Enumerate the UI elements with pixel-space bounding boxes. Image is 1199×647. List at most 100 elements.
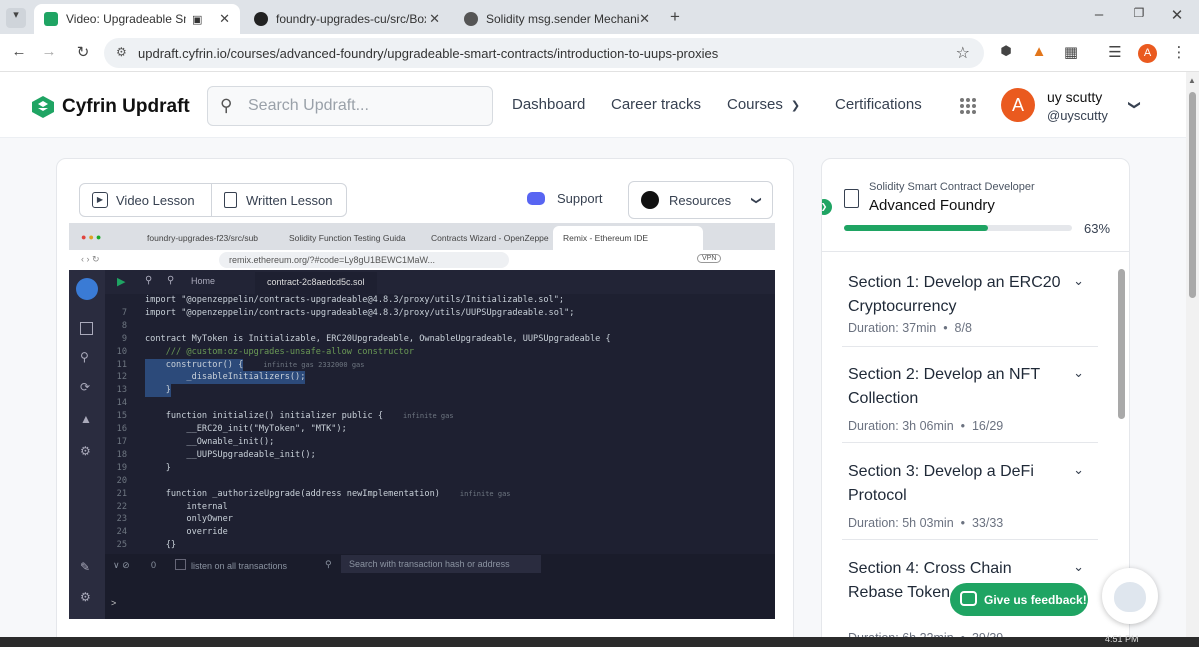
section-title: Section 2: Develop an NFT Collection — [848, 366, 1040, 407]
bear-mascot-icon[interactable] — [1102, 568, 1158, 624]
picture-in-picture-icon[interactable]: ▣ — [192, 13, 202, 26]
code-line: 18 __UUPSUpgradeable_init(); — [105, 449, 775, 462]
brand-logo[interactable]: Cyfrin Updraft — [30, 94, 190, 120]
code-text: import "@openzeppelin/contracts-upgradea… — [145, 295, 565, 305]
chevron-down-icon[interactable]: ⌄ — [1073, 559, 1084, 575]
forward-icon[interactable]: → — [38, 43, 60, 60]
nav-career-tracks[interactable]: Career tracks — [611, 96, 701, 113]
video-url: remix.ethereum.org/?#code=Ly8gU1BEWC1MaW… — [229, 255, 436, 265]
code-text: onlyOwner — [145, 514, 233, 525]
browser-tab-github[interactable]: foundry-upgrades-cu/src/BoxV ✕ — [244, 4, 450, 34]
browser-tab-bar: ▾ Video: Upgradeable Smart C ▣ ✕ foundry… — [0, 0, 1199, 34]
close-tab-icon[interactable]: ✕ — [639, 11, 650, 27]
address-bar[interactable]: ⚙ updraft.cyfrin.io/courses/advanced-fou… — [104, 38, 984, 68]
line-number: 19 — [116, 462, 127, 473]
home-tab: Home — [191, 276, 216, 286]
support-link[interactable]: Support — [527, 191, 603, 206]
section-duration: Duration: 5h 03min • 33/33 — [848, 516, 1004, 530]
os-taskbar: 4:51 PM — [0, 634, 1199, 647]
line-number: 13 — [116, 385, 127, 396]
code-text: __UUPSUpgradeable_init(); — [145, 449, 316, 460]
extension-box-icon[interactable]: ⬢ — [995, 43, 1017, 59]
media-controls-icon[interactable]: ☰ — [1104, 43, 1126, 61]
nav-dashboard[interactable]: Dashboard — [512, 96, 585, 113]
course-sidebar: ❯ Solidity Smart Contract Developer Adva… — [821, 158, 1130, 647]
section-title: Section 3: Develop a DeFi Protocol — [848, 463, 1034, 504]
tab-title: foundry-upgrades-cu/src/BoxV — [276, 12, 426, 26]
browser-tab-active[interactable]: Video: Upgradeable Smart C ▣ ✕ — [34, 4, 240, 34]
line-number: 12 — [116, 372, 127, 383]
code-line: 11 constructor() {infinite gas 2332000 g… — [105, 358, 775, 372]
terminal-collapse-icon: ∨ ⊘ — [113, 560, 130, 570]
resources-button[interactable]: Resources ❯ — [628, 181, 773, 219]
restore-icon[interactable]: ❐ — [1128, 6, 1150, 20]
apps-grid-icon[interactable] — [960, 98, 976, 114]
code-line: 15 function initialize() initializer pub… — [105, 410, 775, 423]
code-line: 7 import "@openzeppelin/contracts-upgrade… — [105, 307, 775, 320]
nav-certifications[interactable]: Certifications — [835, 96, 922, 113]
listen-label: listen on all transactions — [191, 561, 288, 571]
section-item[interactable]: Section 1: Develop an ERC20 Cryptocurren… — [842, 257, 1098, 347]
extensions-puzzle-icon[interactable]: ▦ — [1060, 43, 1082, 61]
bookmark-star-icon[interactable]: ☆ — [956, 43, 970, 63]
video-lesson-button[interactable]: ▶ Video Lesson — [79, 183, 212, 217]
taskbar-clock: 4:51 PM — [1105, 634, 1139, 644]
written-lesson-button[interactable]: Written Lesson — [211, 183, 347, 217]
code-line: import "@openzeppelin/contracts-upgradea… — [105, 294, 775, 307]
site-header: Cyfrin Updraft ⚲ Search Updraft... Dashb… — [0, 72, 1186, 138]
video-player[interactable]: ●●● foundry-upgrades-f23/src/sub Solidit… — [69, 223, 775, 619]
close-tab-icon[interactable]: ✕ — [219, 11, 230, 27]
line-number: 9 — [121, 333, 127, 344]
site-info-icon[interactable]: ⚙ — [116, 45, 127, 59]
browser-tab-solidity[interactable]: Solidity msg.sender Mechanism ✕ — [454, 4, 660, 34]
user-avatar[interactable]: A — [1001, 88, 1035, 122]
metamask-icon[interactable]: ▲ — [1028, 43, 1050, 60]
page-scrollbar[interactable]: ▲ — [1186, 72, 1199, 647]
updraft-favicon-icon — [44, 12, 58, 26]
search-input[interactable]: ⚲ Search Updraft... — [207, 86, 493, 126]
brand-name: Cyfrin Updraft — [62, 96, 190, 117]
written-lesson-label: Written Lesson — [246, 192, 333, 208]
code-editor: import "@openzeppelin/contracts-upgradea… — [105, 294, 775, 554]
code-text: } — [145, 384, 171, 398]
code-line: 17 __Ownable_init(); — [105, 436, 775, 449]
chevron-down-icon[interactable]: ⌄ — [1073, 365, 1084, 381]
tab-list-icon[interactable]: ▾ — [6, 8, 26, 28]
line-number: 8 — [121, 320, 127, 331]
settings-icon: ⚙ — [80, 590, 91, 604]
video-tab: Contracts Wizard - OpenZeppe — [431, 233, 549, 243]
scroll-up-icon[interactable]: ▲ — [1188, 76, 1196, 85]
line-number: 15 — [116, 411, 127, 422]
chevron-down-icon[interactable]: ⌄ — [1073, 273, 1084, 289]
code-line: 24 override — [105, 526, 775, 539]
section-item[interactable]: Section 3: Develop a DeFi Protocol ⌄ Dur… — [842, 444, 1098, 540]
line-number: 23 — [116, 514, 127, 525]
url-text: updraft.cyfrin.io/courses/advanced-found… — [138, 45, 719, 61]
nav-courses[interactable]: Courses ❯ — [727, 96, 800, 113]
new-tab-icon[interactable]: + — [664, 7, 686, 27]
back-icon[interactable]: ← — [8, 43, 30, 60]
section-item[interactable]: Section 2: Develop an NFT Collection ⌄ D… — [842, 347, 1098, 443]
code-text: {} — [145, 540, 177, 551]
chevron-down-icon[interactable]: ⌄ — [1073, 462, 1084, 478]
deploy-icon: ▲ — [80, 412, 92, 426]
sidebar-scrollbar[interactable] — [1118, 269, 1125, 419]
user-menu-chevron-icon[interactable]: ❯ — [1128, 100, 1142, 110]
remix-logo-icon — [76, 278, 98, 300]
run-icon: ▶ — [117, 276, 126, 288]
gas-hint: infinite gas — [459, 489, 511, 498]
code-line: 22 internal — [105, 501, 775, 514]
code-line: 8 — [105, 320, 775, 333]
chevron-down-icon: ❯ — [750, 195, 762, 205]
feedback-button[interactable]: Give us feedback! — [950, 583, 1088, 616]
close-window-icon[interactable]: ✕ — [1166, 6, 1188, 24]
browser-menu-icon[interactable]: ⋮ — [1168, 43, 1190, 61]
minimize-icon[interactable]: – — [1088, 6, 1110, 23]
close-tab-icon[interactable]: ✕ — [429, 11, 440, 27]
reload-icon[interactable]: ↻ — [72, 43, 94, 61]
progress-fill — [844, 225, 988, 231]
scroll-thumb[interactable] — [1189, 92, 1196, 298]
profile-avatar[interactable]: A — [1138, 44, 1157, 63]
code-text: internal — [145, 501, 228, 512]
code-line: 12 _disableInitializers(); — [105, 371, 775, 385]
